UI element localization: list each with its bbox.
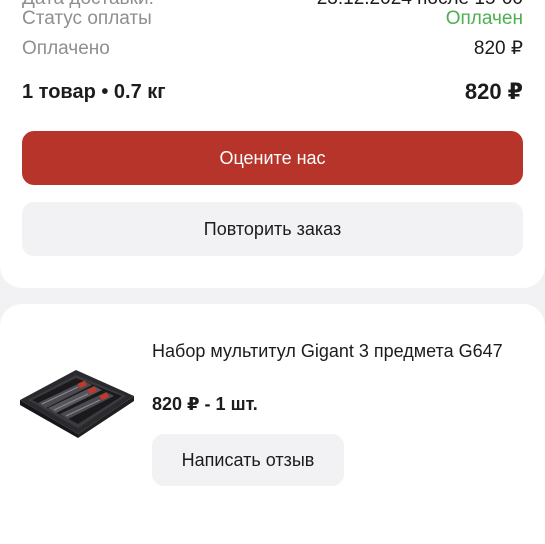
order-total-row: 1 товар • 0.7 кг 820 ₽	[22, 79, 523, 105]
paid-amount-value: 820 ₽	[473, 38, 523, 59]
payment-status-row: Статус оплаты Оплачен	[22, 8, 523, 30]
order-summary-card: Дата доставки: 23.12.2024 после 15-00 Ст…	[0, 0, 545, 288]
paid-amount-row: Оплачено 820 ₽	[22, 37, 523, 60]
product-price-quantity: 820 ₽ - 1 шт.	[152, 394, 258, 414]
write-review-button[interactable]: Написать отзыв	[152, 434, 344, 486]
product-card: Набор мультитул Gigant 3 предмета G647 8…	[0, 304, 545, 544]
repeat-order-button[interactable]: Повторить заказ	[22, 202, 523, 256]
order-total-price: 820 ₽	[464, 79, 523, 104]
rate-us-button[interactable]: Оцените нас	[22, 131, 523, 185]
product-title[interactable]: Набор мультитул Gigant 3 предмета G647	[152, 339, 522, 363]
paid-amount-label: Оплачено	[22, 37, 110, 59]
order-items-summary: 1 товар • 0.7 кг	[22, 80, 166, 103]
multitool-set-image	[18, 348, 136, 438]
payment-status-label: Статус оплаты	[22, 8, 152, 29]
payment-status-value: Оплачен	[445, 8, 523, 29]
